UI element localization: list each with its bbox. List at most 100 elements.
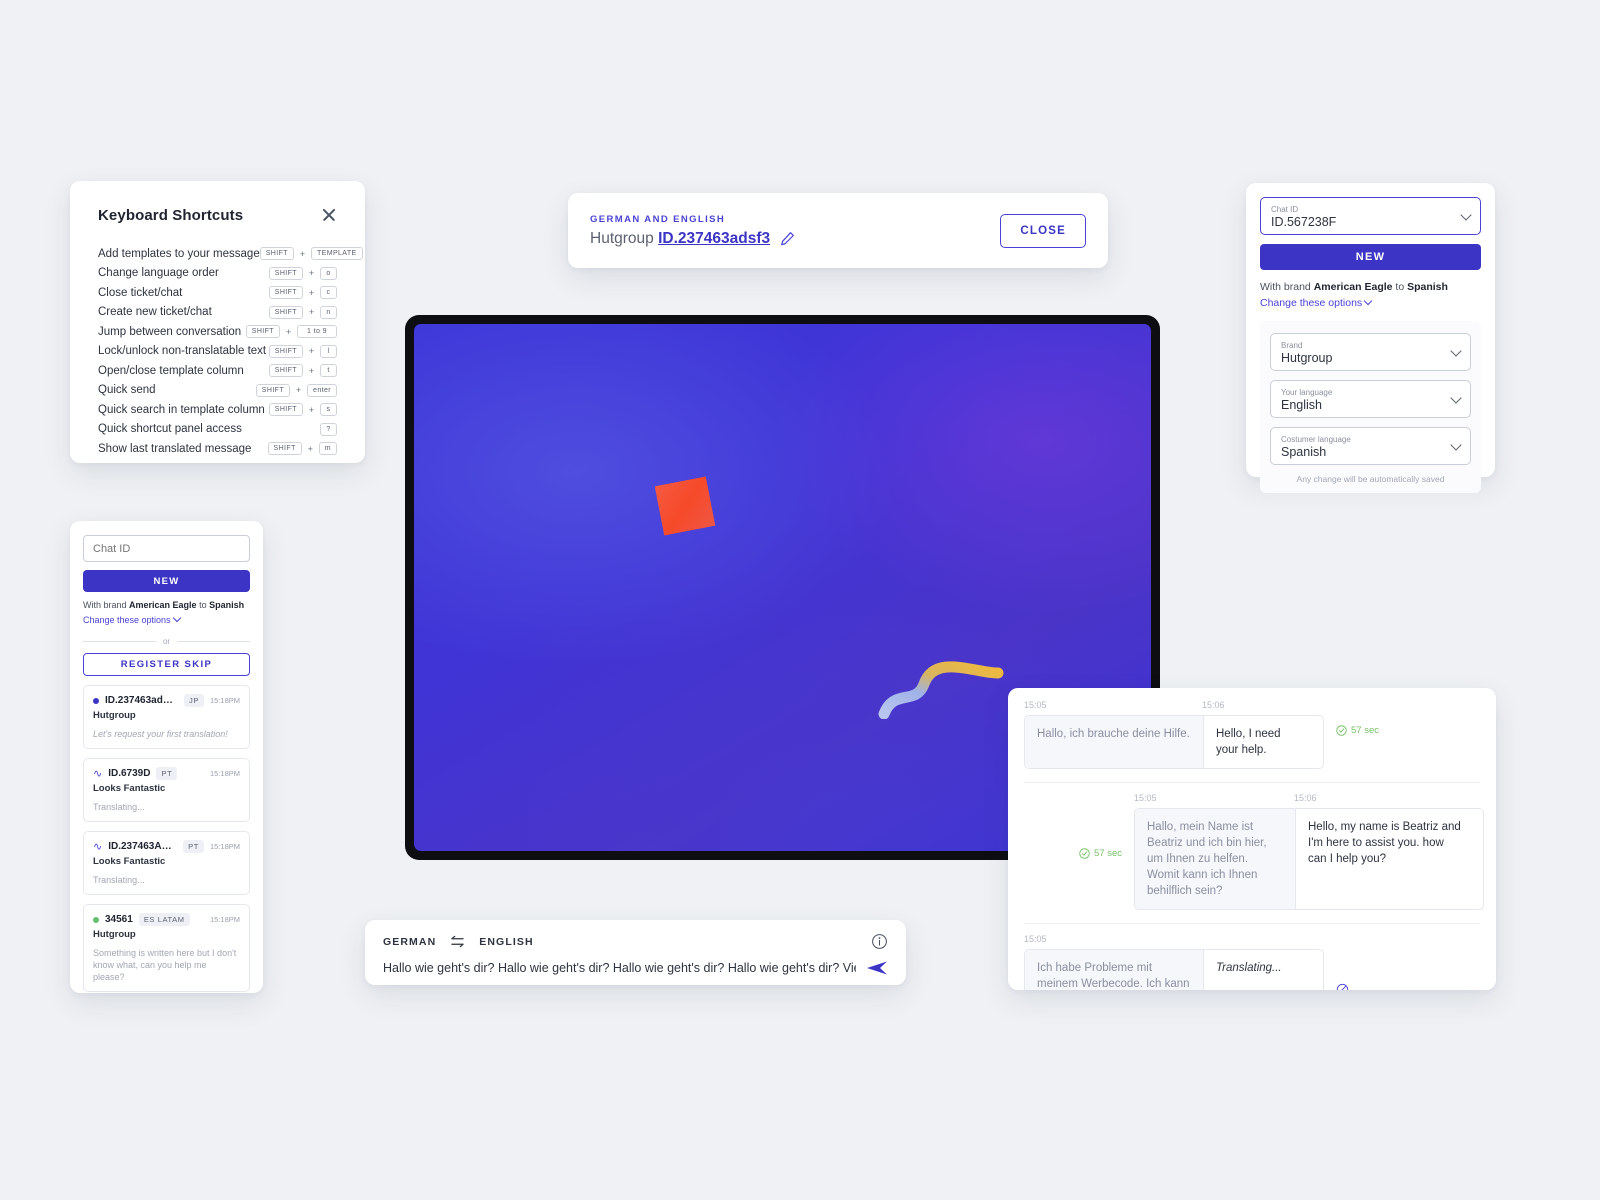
- shortcut-keys: SHIFT + m: [267, 442, 337, 456]
- plus-separator: +: [308, 404, 315, 415]
- shortcut-row: Lock/unlock non-translatable text SHIFT + l: [98, 342, 337, 362]
- shortcut-label: Lock/unlock non-translatable text: [98, 345, 267, 358]
- key-badge: t: [320, 364, 337, 378]
- brand-prefix: With brand: [83, 600, 130, 610]
- decorative-red-square: [654, 476, 716, 536]
- chat-list-item[interactable]: 34561 ES LATAM 15:18PM Hutgroup Something is…: [83, 904, 250, 992]
- message-row: Hallo, ich brauche deine Hilfe. Hello, I …: [1024, 715, 1480, 769]
- autosave-note: Any change will be automatically saved: [1296, 474, 1445, 484]
- or-divider: or: [83, 637, 250, 646]
- shortcut-keys: SHIFT + t: [268, 364, 337, 378]
- shortcut-keys: SHIFT + l: [268, 344, 337, 358]
- chat-item-brand: Looks Fantastic: [93, 783, 166, 794]
- new-chat-button[interactable]: NEW: [83, 570, 250, 592]
- shortcut-keys: SHIFT + TEMPLATE: [259, 247, 363, 261]
- shortcut-keys: ?: [320, 422, 337, 436]
- key-badge: m: [318, 442, 337, 456]
- key-badge: SHIFT: [245, 325, 280, 339]
- change-options-link[interactable]: Change these options: [1260, 297, 1371, 309]
- key-badge: SHIFT: [268, 286, 303, 300]
- chat-item-id: ID.237463ADSF3: [108, 841, 177, 852]
- key-badge: SHIFT: [268, 403, 303, 417]
- close-icon[interactable]: [321, 207, 337, 223]
- shortcut-label: Open/close template column: [98, 364, 244, 377]
- key-badge: l: [320, 344, 337, 358]
- chat-item-preview: Translating...: [93, 875, 145, 885]
- timestamp-row: 15:05: [1024, 934, 1480, 944]
- tilde-icon: ∿: [93, 840, 103, 853]
- banner-chat-id-link[interactable]: ID.237463adsf3: [658, 230, 770, 247]
- translation-status: 57 sec: [1336, 725, 1379, 736]
- chevron-down-icon: [1462, 211, 1471, 220]
- your-language-select[interactable]: Your language English: [1270, 380, 1471, 418]
- message-bubble-pair[interactable]: Ich habe Probleme mit meinem Werbecode. …: [1024, 949, 1324, 990]
- register-skip-button[interactable]: REGISTER SKIP: [83, 653, 250, 676]
- close-button[interactable]: CLOSE: [1000, 213, 1086, 248]
- shortcut-label: Show last translated message: [98, 442, 252, 455]
- chevron-down-icon: [1365, 300, 1371, 306]
- chat-item-header: ID.237463ads3sad… JP 15:18PM: [93, 694, 240, 707]
- plus-separator: +: [295, 385, 302, 396]
- plus-separator: +: [307, 443, 313, 454]
- source-timestamp: 15:05: [1134, 793, 1157, 803]
- info-icon[interactable]: [871, 933, 888, 950]
- shortcut-label: Create new ticket/chat: [98, 306, 212, 319]
- brand-summary-line: With brand American Eagle to Spanish: [1260, 281, 1481, 293]
- new-chat-button[interactable]: NEW: [1260, 244, 1481, 270]
- pencil-icon[interactable]: [780, 231, 795, 246]
- chat-item-time: 15:18PM: [209, 769, 240, 778]
- message-block: 15:05 15:06 57 sec Hallo, mein Name ist Bea…: [1024, 793, 1484, 910]
- plus-separator: +: [299, 248, 306, 259]
- brand-select[interactable]: Brand Hutgroup: [1270, 333, 1471, 371]
- check-circle-icon: [1079, 848, 1090, 859]
- customer-language-label: Costumer language: [1281, 435, 1351, 444]
- send-icon[interactable]: [866, 959, 888, 977]
- chat-list-item[interactable]: ID.237463ads3sad… JP 15:18PM Hutgroup Let's …: [83, 685, 250, 749]
- plus-separator: +: [308, 346, 315, 357]
- swap-arrows-icon[interactable]: [449, 935, 466, 948]
- chat-item-id: ID.237463ads3sad…: [105, 695, 178, 706]
- shortcut-label: Change language order: [98, 267, 219, 280]
- chat-item-header: ∿ ID.237463ADSF3 PT 15:18PM: [93, 840, 240, 853]
- shortcut-label: Add templates to your message: [98, 247, 260, 260]
- key-badge: SHIFT: [259, 247, 294, 261]
- language-tag: PT: [156, 767, 178, 780]
- chat-items-list: ID.237463ads3sad… JP 15:18PM Hutgroup Let's …: [83, 685, 250, 993]
- chat-list-item[interactable]: ∿ ID.237463ADSF3 PT 15:18PM Looks Fantastic T…: [83, 831, 250, 895]
- message-divider: [1024, 923, 1480, 924]
- shortcuts-header: Keyboard Shortcuts: [98, 207, 337, 224]
- brand-summary-line: With brand American Eagle to Spanish: [83, 600, 250, 610]
- conversation-panel: 15:05 15:06 Hallo, ich brauche deine Hilfe…: [1008, 688, 1496, 990]
- language-tag: ES LATAM: [138, 913, 190, 926]
- shortcut-row: Close ticket/chat SHIFT + c: [98, 283, 337, 303]
- chat-id-select[interactable]: Chat ID ID.567238F: [1260, 197, 1481, 235]
- message-bubble-pair[interactable]: Hallo, ich brauche deine Hilfe. Hello, I …: [1024, 715, 1324, 769]
- language-tag: PT: [183, 840, 204, 853]
- change-options-link[interactable]: Change these options: [83, 615, 180, 625]
- key-badge: 1 to 9: [297, 325, 337, 339]
- your-language-label: Your language: [1281, 388, 1333, 397]
- message-block: 15:05 15:06 Hallo, ich brauche deine Hilfe…: [1024, 700, 1480, 769]
- key-badge: o: [320, 266, 337, 280]
- message-row: Ich habe Probleme mit meinem Werbecode. …: [1024, 949, 1480, 990]
- customer-language-select[interactable]: Costumer language Spanish: [1270, 427, 1471, 465]
- shortcut-row: Add templates to your message SHIFT + TEMPL…: [98, 244, 363, 264]
- chat-id-value: ID.567238F: [1271, 215, 1337, 229]
- message-bubble-pair[interactable]: Hallo, mein Name ist Beatriz und ich bin…: [1134, 808, 1484, 910]
- plus-separator: +: [308, 287, 315, 298]
- message-block: 15:05 Ich habe Probleme mit meinem Werbec…: [1024, 934, 1480, 990]
- shortcut-keys: SHIFT +1 to 9: [245, 325, 337, 339]
- chat-list-item[interactable]: ∿ ID.6739D PT 15:18PM Looks Fantastic Transla…: [83, 758, 250, 822]
- chevron-down-icon: [1452, 394, 1461, 403]
- chat-item-time: 15:18PM: [209, 842, 240, 851]
- banner-title: Hutgroup ID.237463adsf3: [590, 230, 770, 248]
- key-badge: enter: [307, 383, 337, 397]
- brand-name: American Eagle: [1313, 281, 1393, 293]
- shortcut-row: Show last translated message SHIFT + m: [98, 439, 337, 459]
- chat-id-input[interactable]: [83, 535, 250, 562]
- chat-id-label: Chat ID: [1271, 205, 1299, 214]
- key-badge: SHIFT: [268, 266, 303, 280]
- message-input[interactable]: Hallo wie geht's dir? Hallo wie geht's d…: [383, 961, 856, 975]
- status-slot: [1336, 983, 1349, 990]
- chevron-down-icon: [1452, 347, 1461, 356]
